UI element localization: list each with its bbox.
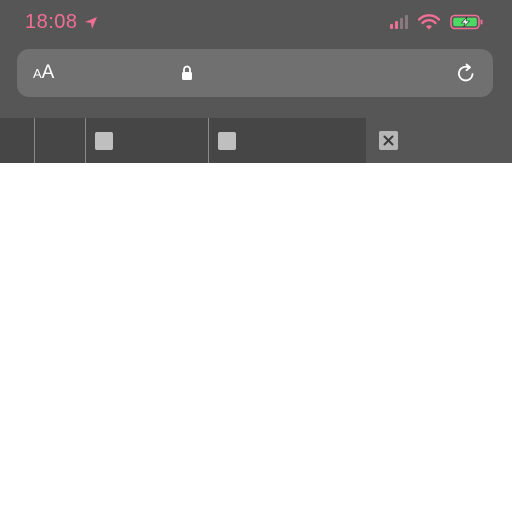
text-size-large-label: A <box>41 62 55 83</box>
battery-charging-icon <box>450 14 483 30</box>
status-indicators <box>390 14 484 30</box>
status-time-group: 18:08 <box>25 11 98 34</box>
reload-icon[interactable] <box>455 62 477 84</box>
lock-icon <box>182 65 192 80</box>
tab[interactable] <box>35 118 85 163</box>
text-size-button[interactable]: A A <box>33 62 54 84</box>
tab-strip <box>0 118 512 163</box>
cellular-signal-icon <box>390 15 408 29</box>
location-arrow-icon <box>84 16 97 29</box>
favicon-placeholder-icon <box>95 132 113 150</box>
close-tab-button[interactable] <box>379 131 398 150</box>
browser-chrome: 18:08 A A <box>0 0 512 118</box>
wifi-icon <box>418 14 440 30</box>
favicon-placeholder-icon <box>218 132 236 150</box>
tab[interactable] <box>0 118 34 163</box>
tab[interactable] <box>86 118 208 163</box>
status-time: 18:08 <box>25 11 78 33</box>
tab[interactable] <box>209 118 366 163</box>
page-content <box>0 163 512 512</box>
address-bar[interactable]: A A <box>17 49 493 97</box>
close-icon <box>383 135 394 146</box>
text-size-small-label: A <box>33 66 42 81</box>
